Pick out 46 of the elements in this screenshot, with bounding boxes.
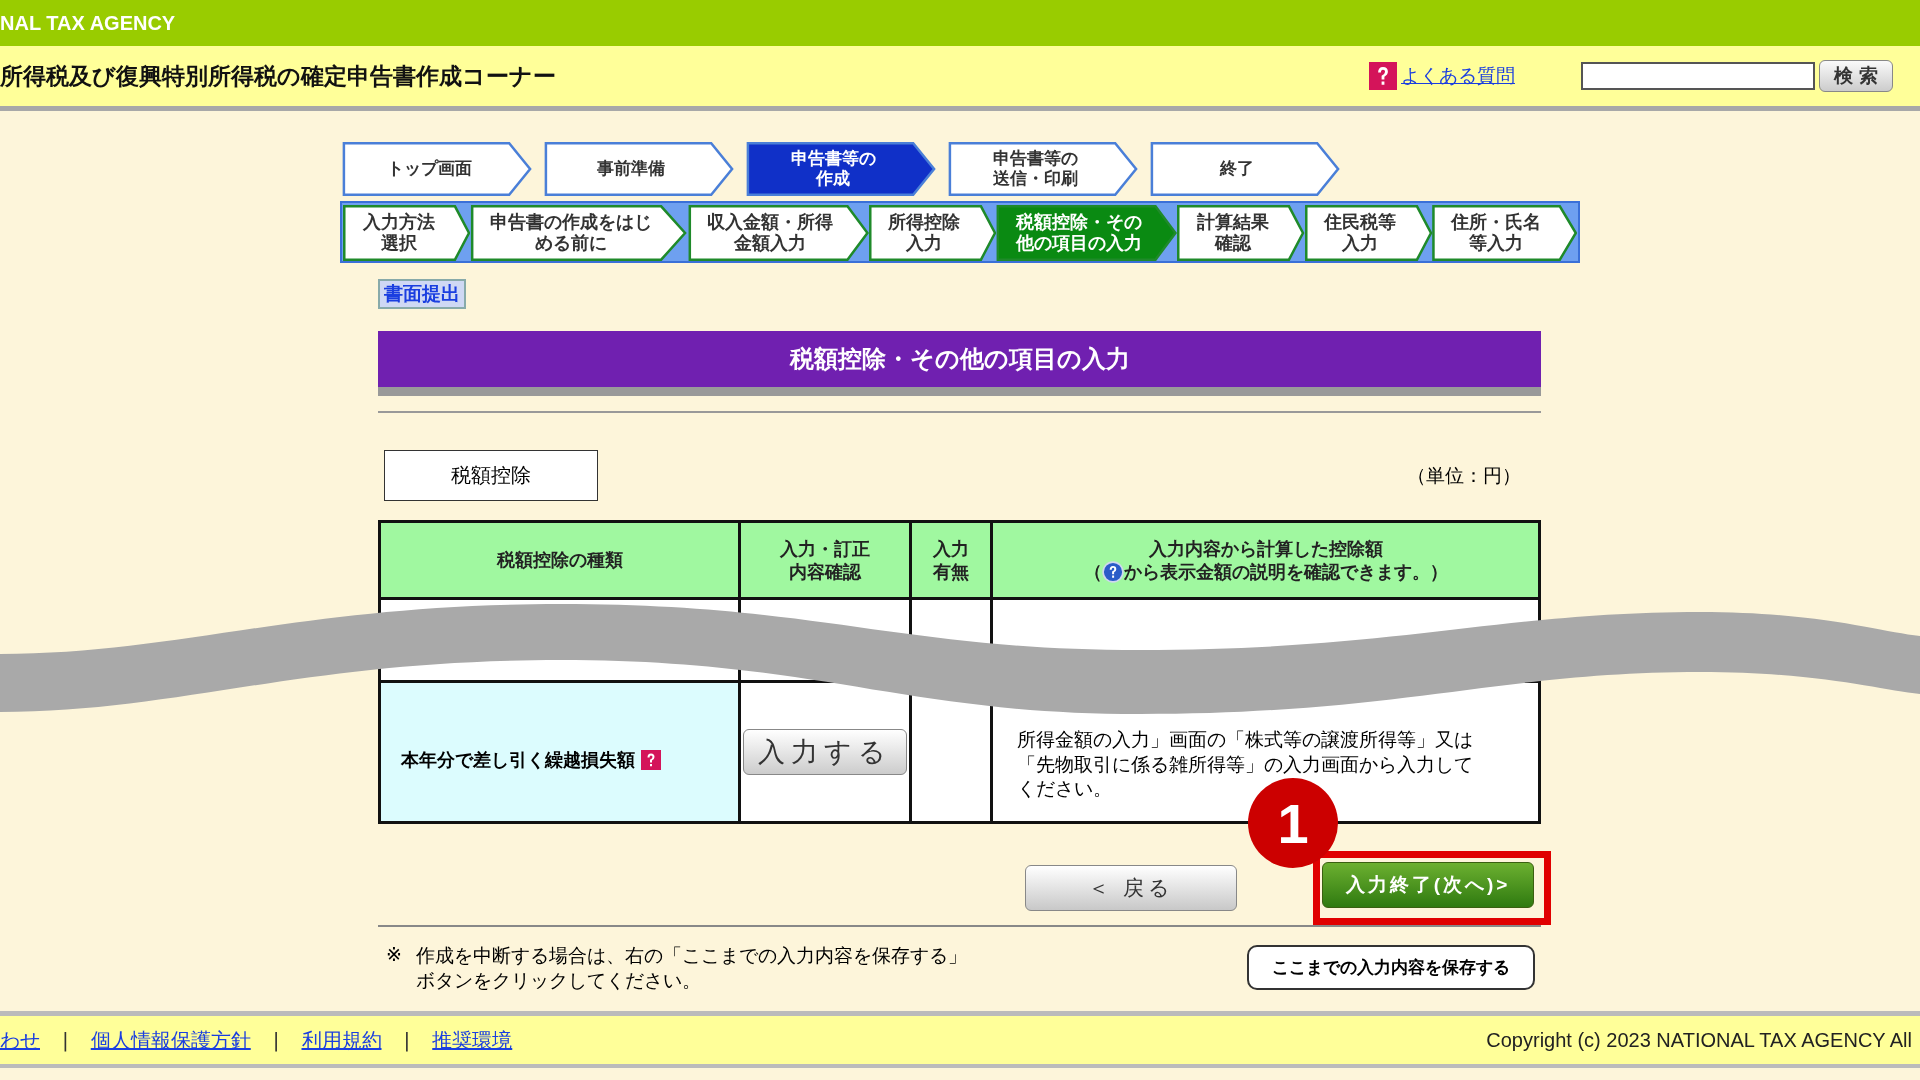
help-icon[interactable] xyxy=(641,750,661,771)
separator: | xyxy=(403,1028,411,1052)
bracket-text: （ xyxy=(1083,560,1102,584)
substep-tab[interactable]: 所得控除 入力 xyxy=(868,204,996,262)
copyright-text: Copyright (c) 2023 NATIONAL TAX AGENCY All xyxy=(1486,1028,1912,1052)
site-title: 所得税及び復興特別所得税の確定申告書作成コーナー xyxy=(0,61,557,91)
agency-name: NAL TAX AGENCY xyxy=(0,11,176,35)
substep-tab[interactable]: 入力方法 選択 xyxy=(343,204,471,262)
step-tab[interactable]: 事前準備 xyxy=(544,141,734,197)
step-tab[interactable]: トップ画面 xyxy=(342,141,532,197)
step-tab[interactable]: 終了 xyxy=(1150,141,1340,197)
footer-link[interactable]: 個人情報保護方針 xyxy=(90,1026,251,1054)
footer-link[interactable]: 利用規約 xyxy=(301,1026,382,1054)
help-icon xyxy=(1101,560,1124,583)
column-header: 入力内容から計算した控除額 xyxy=(1148,536,1383,560)
input-button[interactable]: 入力する xyxy=(743,729,907,776)
footer-link[interactable]: 推奨環境 xyxy=(432,1026,513,1054)
search-field[interactable] xyxy=(1581,62,1815,90)
section-label: 税額控除 xyxy=(384,450,598,501)
faq-link[interactable]: よくある質問 xyxy=(1401,63,1515,89)
substep-tab[interactable]: 申告書の作成をはじ める前に xyxy=(470,204,688,262)
substep-tab[interactable]: 税額控除・その 他の項目の入力 xyxy=(996,204,1178,262)
unit-note: （単位：円） xyxy=(1407,462,1521,488)
footer-link[interactable]: わせ xyxy=(0,1026,40,1054)
paper-submission-tag: 書面提出 xyxy=(378,279,466,309)
column-header: 入力 有無 xyxy=(933,537,969,582)
step-tab[interactable]: 申告書等の 作成 xyxy=(746,141,936,197)
search-button[interactable]: 検 索 xyxy=(1819,60,1893,92)
back-button[interactable]: ＜ 戻る xyxy=(1025,865,1237,912)
column-header: 入力・訂正 内容確認 xyxy=(780,537,870,582)
page-title: 税額控除・その他の項目の入力 xyxy=(378,331,1541,396)
step-tab[interactable]: 申告書等の 送信・印刷 xyxy=(948,141,1138,197)
column-hint: から表示金額の説明を確認できます。） xyxy=(1123,560,1448,584)
row-label: 本年分で差し引く繰越損失額 xyxy=(401,748,635,773)
help-icon[interactable] xyxy=(1369,62,1397,90)
separator: | xyxy=(272,1028,280,1052)
substep-tab[interactable]: 計算結果 確認 xyxy=(1177,204,1305,262)
next-button[interactable]: 入力終了(次へ)> xyxy=(1322,862,1534,909)
substep-tab[interactable]: 収入金額・所得 金額入力 xyxy=(687,204,869,262)
note-text: 作成を中断する場合は、右の「ここまでの入力内容を保存する」ボタンをクリックしてください。 xyxy=(415,943,968,993)
save-button[interactable]: ここまでの入力内容を保存する xyxy=(1247,945,1535,991)
separator: | xyxy=(62,1028,69,1052)
substep-tab[interactable]: 住所・氏名 等入力 xyxy=(1431,204,1577,262)
column-header: 税額控除の種類 xyxy=(496,549,623,571)
substep-tab[interactable]: 住民税等 入力 xyxy=(1304,204,1432,262)
note-mark: ※ xyxy=(386,943,402,968)
